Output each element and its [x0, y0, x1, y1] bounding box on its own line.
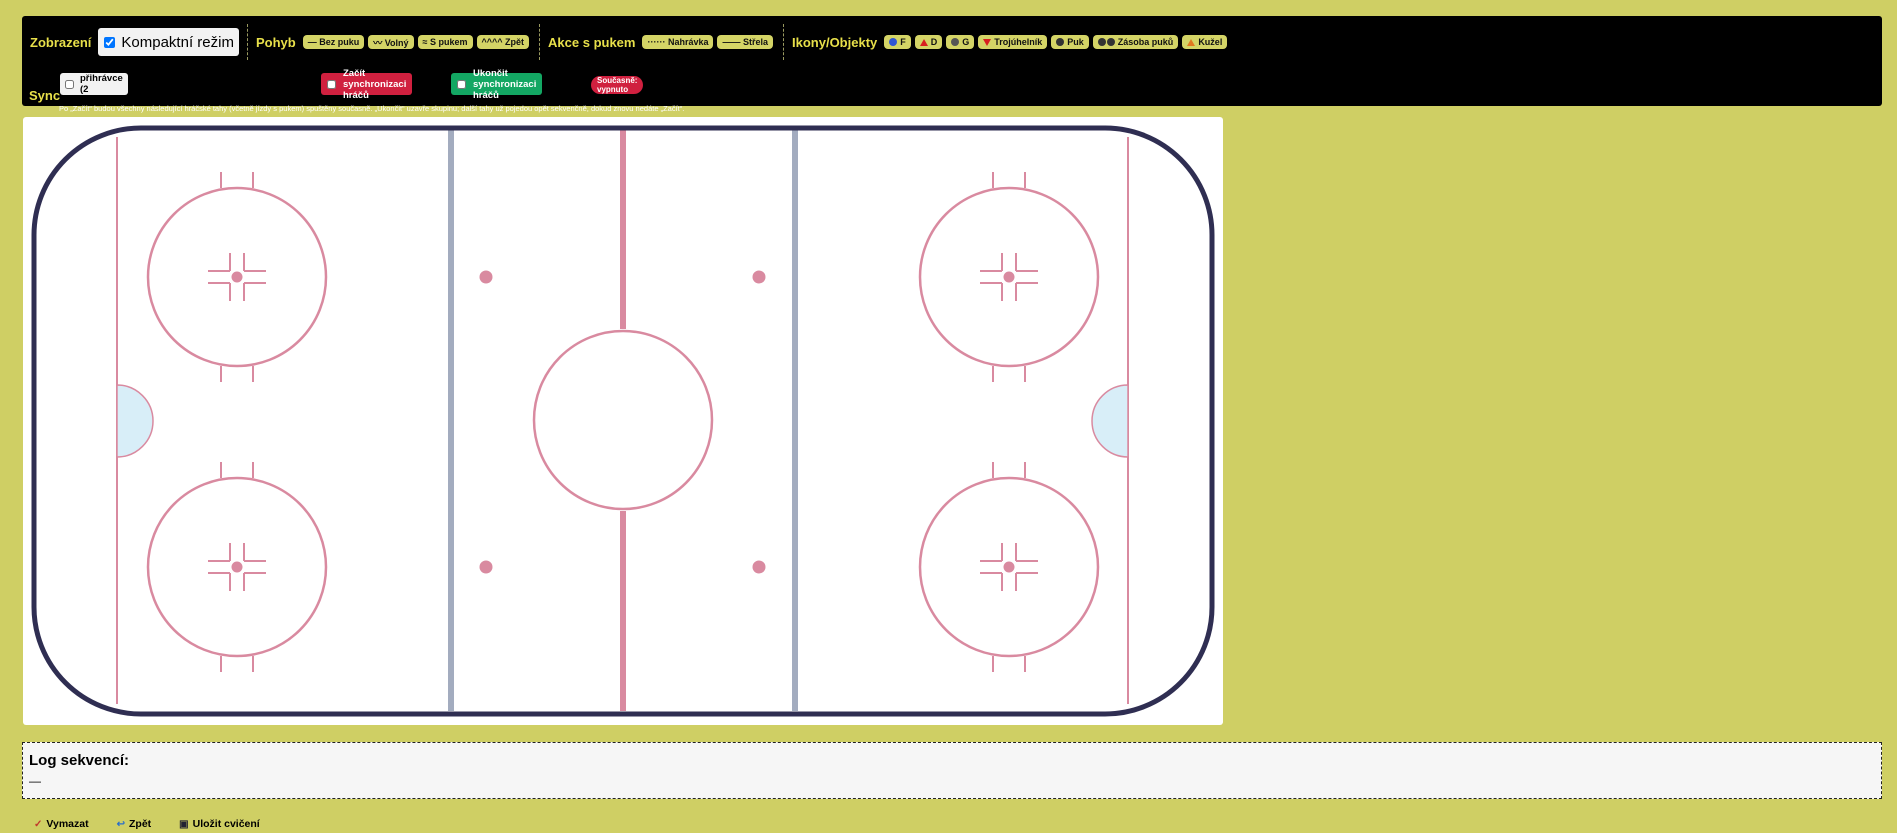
puck-stack-icon-2: [1106, 38, 1115, 46]
faceoff-dot: [231, 561, 243, 573]
undo-icon: ↩: [116, 818, 125, 830]
shot-button[interactable]: —— Střela: [717, 35, 773, 49]
puck-stack-icon: [1097, 38, 1106, 46]
cone-icon: [1187, 38, 1196, 46]
group-movement: Pohyb — Bez puku 〰 Volný ≈ S pukem ^^^^ …: [246, 24, 539, 60]
puck-stack-button[interactable]: Zásoba puků: [1092, 35, 1179, 49]
end-sync-button[interactable]: Ukončit synchronizaci hráčů: [451, 68, 543, 101]
start-sync-button[interactable]: Začít synchronizaci hráčů: [321, 68, 413, 101]
sequence-log: Log sekvencí: —: [22, 742, 1882, 799]
cone-label: Kužel: [1198, 37, 1223, 47]
sync-status-badge: Současně: vypnuto: [591, 76, 644, 94]
sync-after-pass-checkbox[interactable]: [65, 79, 74, 89]
goal-crease-right: [1091, 384, 1129, 458]
save-button[interactable]: ▣ Uložit cvičení: [179, 818, 260, 830]
goalie-label: G: [962, 37, 970, 47]
end-sync-label: Ukončit synchronizaci hráčů: [473, 67, 537, 101]
clear-button[interactable]: ✓ Vymazat: [34, 818, 89, 830]
group-puck-actions-label: Akce s pukem: [548, 34, 636, 50]
faceoff-dot: [1003, 271, 1015, 283]
sync-after-pass-toggle[interactable]: Sync po přihrávce (2 pohyby): [60, 62, 128, 106]
undo-button[interactable]: ↩ Zpět: [117, 818, 152, 830]
faceoff-dot: [1003, 561, 1015, 573]
group-view: Zobrazení Kompaktní režim: [22, 24, 247, 60]
triangle-label: Trojúhelník: [994, 37, 1043, 47]
group-puck-actions: Akce s pukem ······ Nahrávka —— Střela: [539, 24, 783, 60]
brush-icon: ✓: [34, 818, 43, 830]
group-view-label: Zobrazení: [30, 34, 92, 50]
goalie-button[interactable]: G: [946, 35, 975, 49]
cone-button[interactable]: Kužel: [1182, 35, 1228, 49]
toolbar-row-main: Zobrazení Kompaktní režim Pohyb — Bez pu…: [22, 24, 1237, 60]
faceoff-dot: [231, 271, 243, 283]
sync-after-pass-label: Sync po přihrávce (2 pohyby): [80, 62, 123, 106]
puck-button[interactable]: Puk: [1051, 35, 1089, 49]
defense-label: D: [930, 37, 938, 47]
end-sync-checkbox[interactable]: [457, 79, 466, 89]
red-triangle-icon: [919, 38, 928, 46]
triangle-button[interactable]: Trojúhelník: [978, 35, 1048, 49]
goal-crease-left: [116, 384, 154, 458]
forward-label: F: [900, 37, 906, 47]
sync-label: Sync: [29, 88, 61, 103]
pass-button[interactable]: ······ Nahrávka: [642, 35, 714, 49]
group-icons: Ikony/Objekty F D G Trojúhelník Puk Záso…: [783, 24, 1237, 60]
defense-button[interactable]: D: [914, 35, 943, 49]
puck-stack-label: Zásoba puků: [1117, 37, 1174, 47]
neutral-dot: [752, 270, 766, 284]
clear-label: Vymazat: [46, 818, 89, 830]
neutral-dot: [479, 270, 493, 284]
toolbar: Zobrazení Kompaktní režim Pohyb — Bez pu…: [22, 16, 1882, 113]
compact-mode-checkbox[interactable]: [104, 36, 116, 48]
compact-mode-toggle[interactable]: Kompaktní režim: [98, 28, 239, 56]
footer-actions: ✓ Vymazat ↩ Zpět ▣ Uložit cvičení: [34, 818, 288, 830]
save-icon: ▣: [179, 818, 189, 830]
sequence-log-title: Log sekvencí:: [29, 752, 130, 769]
rink-canvas[interactable]: [23, 117, 1223, 725]
neutral-dot: [752, 560, 766, 574]
undo-label: Zpět: [129, 818, 152, 830]
move-free-button[interactable]: 〰 Volný: [368, 35, 414, 49]
sync-hint: Po „Začít“ budou všechny následující hrá…: [59, 104, 685, 113]
sequence-log-empty: —: [29, 774, 41, 788]
gray-dot-icon: [951, 38, 960, 46]
start-sync-label: Začít synchronizaci hráčů: [343, 67, 407, 101]
neutral-dot: [479, 560, 493, 574]
move-back-button[interactable]: ^^^^ Zpět: [476, 35, 530, 49]
save-label: Uložit cvičení: [192, 818, 260, 830]
red-triangle-down-icon: [983, 38, 992, 46]
move-no-puck-button[interactable]: — Bez puku: [302, 35, 365, 49]
forward-button[interactable]: F: [884, 35, 911, 49]
puck-icon: [1056, 38, 1065, 46]
rink-svg[interactable]: [23, 117, 1223, 725]
center-circle: [532, 329, 714, 511]
blue-dot-icon: [889, 38, 898, 46]
start-sync-checkbox[interactable]: [327, 79, 336, 89]
group-movement-label: Pohyb: [255, 34, 296, 50]
move-with-puck-button[interactable]: ≈ S pukem: [417, 35, 473, 49]
puck-label: Puk: [1067, 37, 1084, 47]
group-icons-label: Ikony/Objekty: [792, 34, 878, 50]
compact-mode-label: Kompaktní režim: [121, 33, 234, 51]
